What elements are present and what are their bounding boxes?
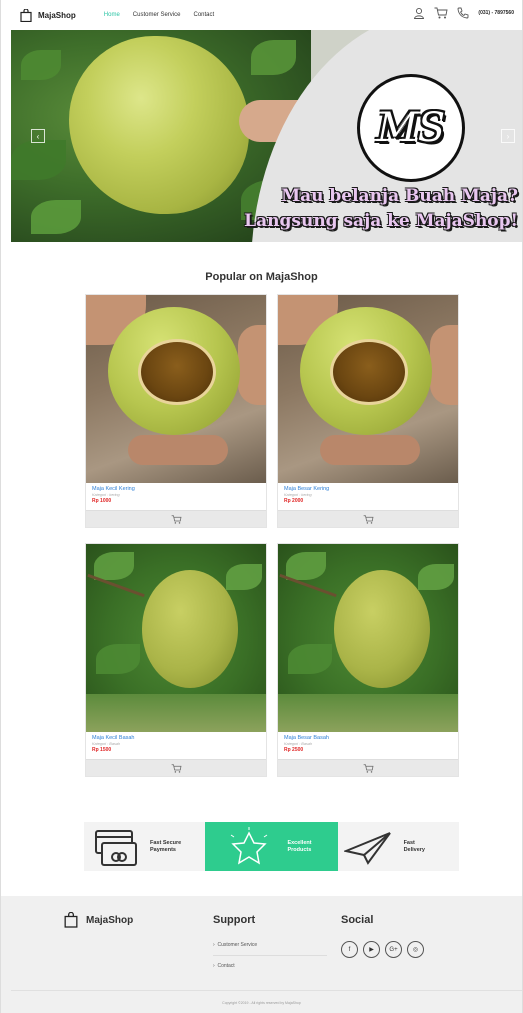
copyright: Copyright ©2019 - All rights reserved by… [222, 1001, 301, 1005]
add-to-cart-button[interactable] [278, 510, 458, 527]
add-to-cart-button[interactable] [278, 759, 458, 776]
product-image[interactable] [86, 544, 266, 732]
product-price: Rp 1500 [92, 747, 112, 753]
feature-text: Fast Secure Payments [150, 839, 182, 853]
shopping-bag-icon [64, 912, 78, 928]
nav-link-customer-service[interactable]: Customer Service [133, 12, 181, 18]
cart-icon[interactable] [434, 7, 448, 19]
feature-text: Fast Delivery [403, 839, 425, 853]
phone-number: (031) - 7897560 [478, 10, 514, 16]
paper-plane-icon [343, 831, 391, 865]
cart-icon [171, 514, 181, 524]
user-icon[interactable] [413, 7, 425, 19]
feature-text: Excellent Products [287, 839, 312, 853]
carousel-prev-button[interactable]: ‹ [31, 129, 45, 143]
social-links: f ▶ G+ ◎ [341, 941, 429, 958]
cart-icon [363, 514, 373, 524]
product-card[interactable]: Maja Besar Kering Kategori : kering Rp 2… [277, 294, 459, 528]
footer-support-heading: Support [213, 914, 256, 926]
feature-products: Excellent Products [205, 822, 338, 871]
product-image[interactable] [86, 295, 266, 483]
page: MajaShop Home Customer Service Contact (… [0, 0, 523, 1013]
product-category: Kategori : Basah [284, 742, 313, 746]
shopping-bag-icon [20, 8, 32, 22]
phone-icon[interactable] [457, 7, 469, 19]
footer-link-customer-service[interactable]: › Customer Service [213, 942, 257, 948]
hero-tagline-2: Langsung saja ke MajaShop! [244, 211, 518, 231]
hero-logo-text: MS [376, 105, 446, 151]
google-plus-icon[interactable]: G+ [385, 941, 402, 958]
footer-brand-name: MajaShop [86, 914, 134, 926]
footer-social-heading: Social [341, 914, 374, 926]
footer-brand[interactable]: MajaShop [64, 912, 133, 928]
product-price: Rp 2500 [284, 747, 304, 753]
product-category: Kategori : Basah [92, 742, 121, 746]
hero-logo: MS [357, 74, 465, 182]
add-to-cart-button[interactable] [86, 510, 266, 527]
feature-payments: Fast Secure Payments [84, 822, 205, 871]
hero-fruit [69, 36, 249, 214]
footer-link-contact[interactable]: › Contact [213, 963, 235, 969]
carousel-next-button[interactable]: › [501, 129, 515, 143]
cart-icon [363, 763, 373, 773]
product-card[interactable]: Maja Kecil Basah Kategori : Basah Rp 150… [85, 543, 267, 777]
facebook-icon[interactable]: f [341, 941, 358, 958]
product-name[interactable]: Maja Kecil Basah [92, 735, 260, 741]
features-strip: Fast Secure Payments Excellent Products … [84, 822, 459, 871]
popular-title: Popular on MajaShop [205, 271, 318, 283]
youtube-icon[interactable]: ▶ [363, 941, 380, 958]
cart-icon [171, 763, 181, 773]
product-image[interactable] [278, 544, 458, 732]
product-name[interactable]: Maja Kecil Kering [92, 486, 260, 492]
feature-delivery: Fast Delivery [338, 822, 459, 871]
top-navbar: MajaShop Home Customer Service Contact (… [1, 0, 522, 30]
product-card[interactable]: Maja Besar Basah Kategori : Basah Rp 250… [277, 543, 459, 777]
product-price: Rp 1000 [92, 498, 112, 504]
star-icon [231, 826, 268, 864]
product-info: Maja Besar Kering Kategori : kering Rp 2… [278, 483, 458, 511]
product-name[interactable]: Maja Besar Kering [284, 486, 452, 492]
hero-tagline-1: Mau belanja Buah Maja? [281, 186, 518, 206]
nav-links: Home Customer Service Contact [104, 12, 227, 18]
nav-link-contact[interactable]: Contact [193, 12, 214, 18]
product-info: Maja Kecil Basah Kategori : Basah Rp 150… [86, 732, 266, 760]
product-card[interactable]: Maja Kecil Kering Kategori : kering Rp 1… [85, 294, 267, 528]
nav-link-home[interactable]: Home [104, 12, 120, 18]
add-to-cart-button[interactable] [86, 759, 266, 776]
product-category: Kategori : kering [92, 493, 120, 497]
product-image[interactable] [278, 295, 458, 483]
product-category: Kategori : kering [284, 493, 312, 497]
product-info: Maja Kecil Kering Kategori : kering Rp 1… [86, 483, 266, 511]
product-info: Maja Besar Basah Kategori : Basah Rp 250… [278, 732, 458, 760]
hero-banner: MS Mau belanja Buah Maja? Langsung saja … [11, 30, 522, 242]
instagram-icon[interactable]: ◎ [407, 941, 424, 958]
footer-divider [213, 955, 327, 956]
product-name[interactable]: Maja Besar Basah [284, 735, 452, 741]
product-price: Rp 2000 [284, 498, 304, 504]
brand-name: MajaShop [38, 10, 76, 20]
brand[interactable]: MajaShop [20, 8, 76, 22]
footer-bottom-divider [11, 990, 522, 991]
credit-card-icon [95, 829, 137, 866]
nav-actions: (031) - 7897560 [413, 7, 514, 19]
